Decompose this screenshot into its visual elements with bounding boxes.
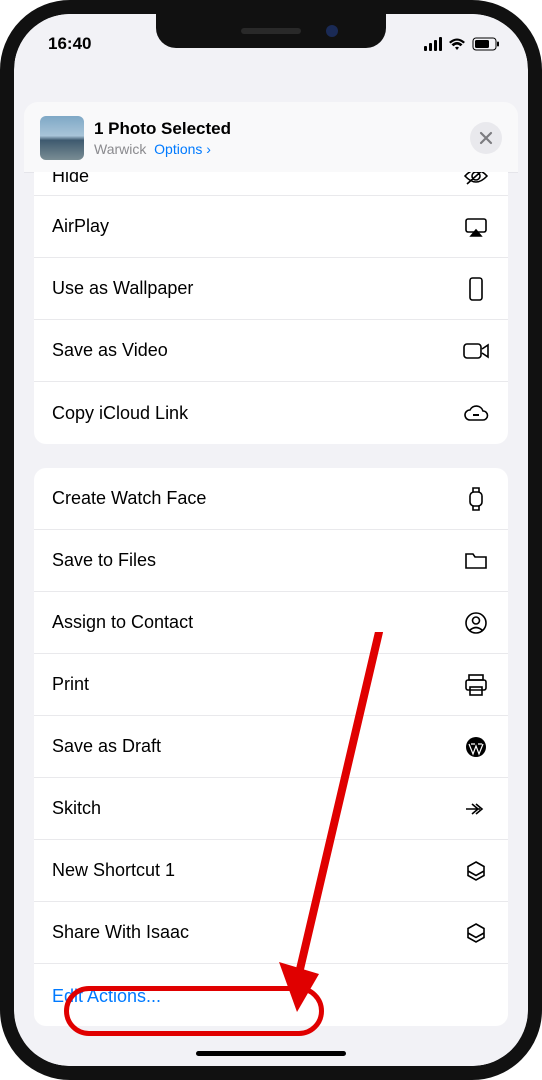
printer-icon [462, 674, 490, 696]
action-group-1: Hide AirPlay Use as Wallpaper [34, 172, 508, 444]
location-label: Warwick [94, 141, 146, 157]
row-label: AirPlay [52, 216, 462, 237]
row-watch-face[interactable]: Create Watch Face [34, 468, 508, 530]
row-label: Use as Wallpaper [52, 278, 462, 299]
speaker [241, 28, 301, 34]
row-share-with-isaac[interactable]: Share With Isaac [34, 902, 508, 964]
eye-slash-icon [462, 172, 490, 186]
airplay-icon [462, 217, 490, 237]
front-camera [326, 25, 338, 37]
photo-thumbnail[interactable] [40, 116, 84, 160]
power-button [528, 294, 532, 394]
row-label: Hide [52, 172, 462, 187]
phone-frame: 16:40 1 Photo Selected Warwick [0, 0, 542, 1080]
row-contact[interactable]: Assign to Contact [34, 592, 508, 654]
status-right [424, 37, 500, 51]
row-label: Create Watch Face [52, 488, 462, 509]
row-shortcut[interactable]: New Shortcut 1 [34, 840, 508, 902]
sheet-body[interactable]: Hide AirPlay Use as Wallpaper [24, 172, 518, 1066]
row-label: Save to Files [52, 550, 462, 571]
row-label: Print [52, 674, 462, 695]
options-link[interactable]: Options › [154, 141, 211, 157]
row-label: Assign to Contact [52, 612, 462, 633]
row-draft[interactable]: Save as Draft [34, 716, 508, 778]
row-copy-icloud[interactable]: Copy iCloud Link [34, 382, 508, 444]
row-wallpaper[interactable]: Use as Wallpaper [34, 258, 508, 320]
selection-title: 1 Photo Selected [94, 118, 470, 140]
share-sheet: 1 Photo Selected Warwick Options › Hide [24, 102, 518, 1066]
wordpress-icon [462, 736, 490, 758]
close-icon [479, 131, 493, 145]
cloud-link-icon [462, 404, 490, 422]
screen: 16:40 1 Photo Selected Warwick [14, 14, 528, 1066]
row-skitch[interactable]: Skitch [34, 778, 508, 840]
sheet-header: 1 Photo Selected Warwick Options › [24, 102, 518, 173]
action-group-2: Create Watch Face Save to Files Assign t… [34, 468, 508, 1014]
row-hide[interactable]: Hide [34, 172, 508, 196]
row-save-video[interactable]: Save as Video [34, 320, 508, 382]
header-text: 1 Photo Selected Warwick Options › [94, 118, 470, 158]
shortcut-icon [462, 922, 490, 944]
notch [156, 14, 386, 48]
watch-icon [462, 487, 490, 511]
edit-actions-button[interactable]: Edit Actions... [34, 966, 508, 1026]
home-indicator[interactable] [196, 1051, 346, 1056]
cellular-icon [424, 37, 442, 51]
selection-subtitle: Warwick Options › [94, 140, 470, 158]
row-label: Save as Draft [52, 736, 462, 757]
row-label: New Shortcut 1 [52, 860, 462, 881]
folder-icon [462, 551, 490, 571]
row-label: Copy iCloud Link [52, 403, 462, 424]
video-icon [462, 342, 490, 360]
row-files[interactable]: Save to Files [34, 530, 508, 592]
row-label: Skitch [52, 798, 462, 819]
row-label: Save as Video [52, 340, 462, 361]
shortcut-icon [462, 860, 490, 882]
skitch-icon [462, 801, 490, 817]
contact-icon [462, 612, 490, 634]
wifi-icon [448, 37, 466, 51]
edit-actions-label: Edit Actions... [52, 986, 161, 1007]
battery-icon [472, 37, 500, 51]
row-airplay[interactable]: AirPlay [34, 196, 508, 258]
phone-icon [462, 277, 490, 301]
chevron-right-icon: › [206, 141, 211, 157]
close-button[interactable] [470, 122, 502, 154]
status-time: 16:40 [48, 34, 91, 54]
row-print[interactable]: Print [34, 654, 508, 716]
row-label: Share With Isaac [52, 922, 462, 943]
